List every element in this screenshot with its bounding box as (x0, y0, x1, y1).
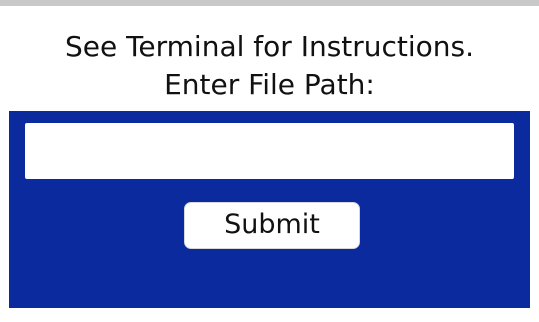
submit-button[interactable]: Submit (184, 202, 360, 249)
instructions-text: See Terminal for Instructions. (64, 30, 475, 63)
file-path-dialog: See Terminal for Instructions. Enter Fil… (0, 0, 539, 322)
input-panel: Submit (9, 111, 530, 308)
instructions-header: See Terminal for Instructions. Enter Fil… (9, 12, 530, 110)
window-top-edge (0, 0, 539, 6)
file-path-input[interactable] (25, 123, 514, 179)
file-path-label: Enter File Path: (164, 68, 375, 101)
